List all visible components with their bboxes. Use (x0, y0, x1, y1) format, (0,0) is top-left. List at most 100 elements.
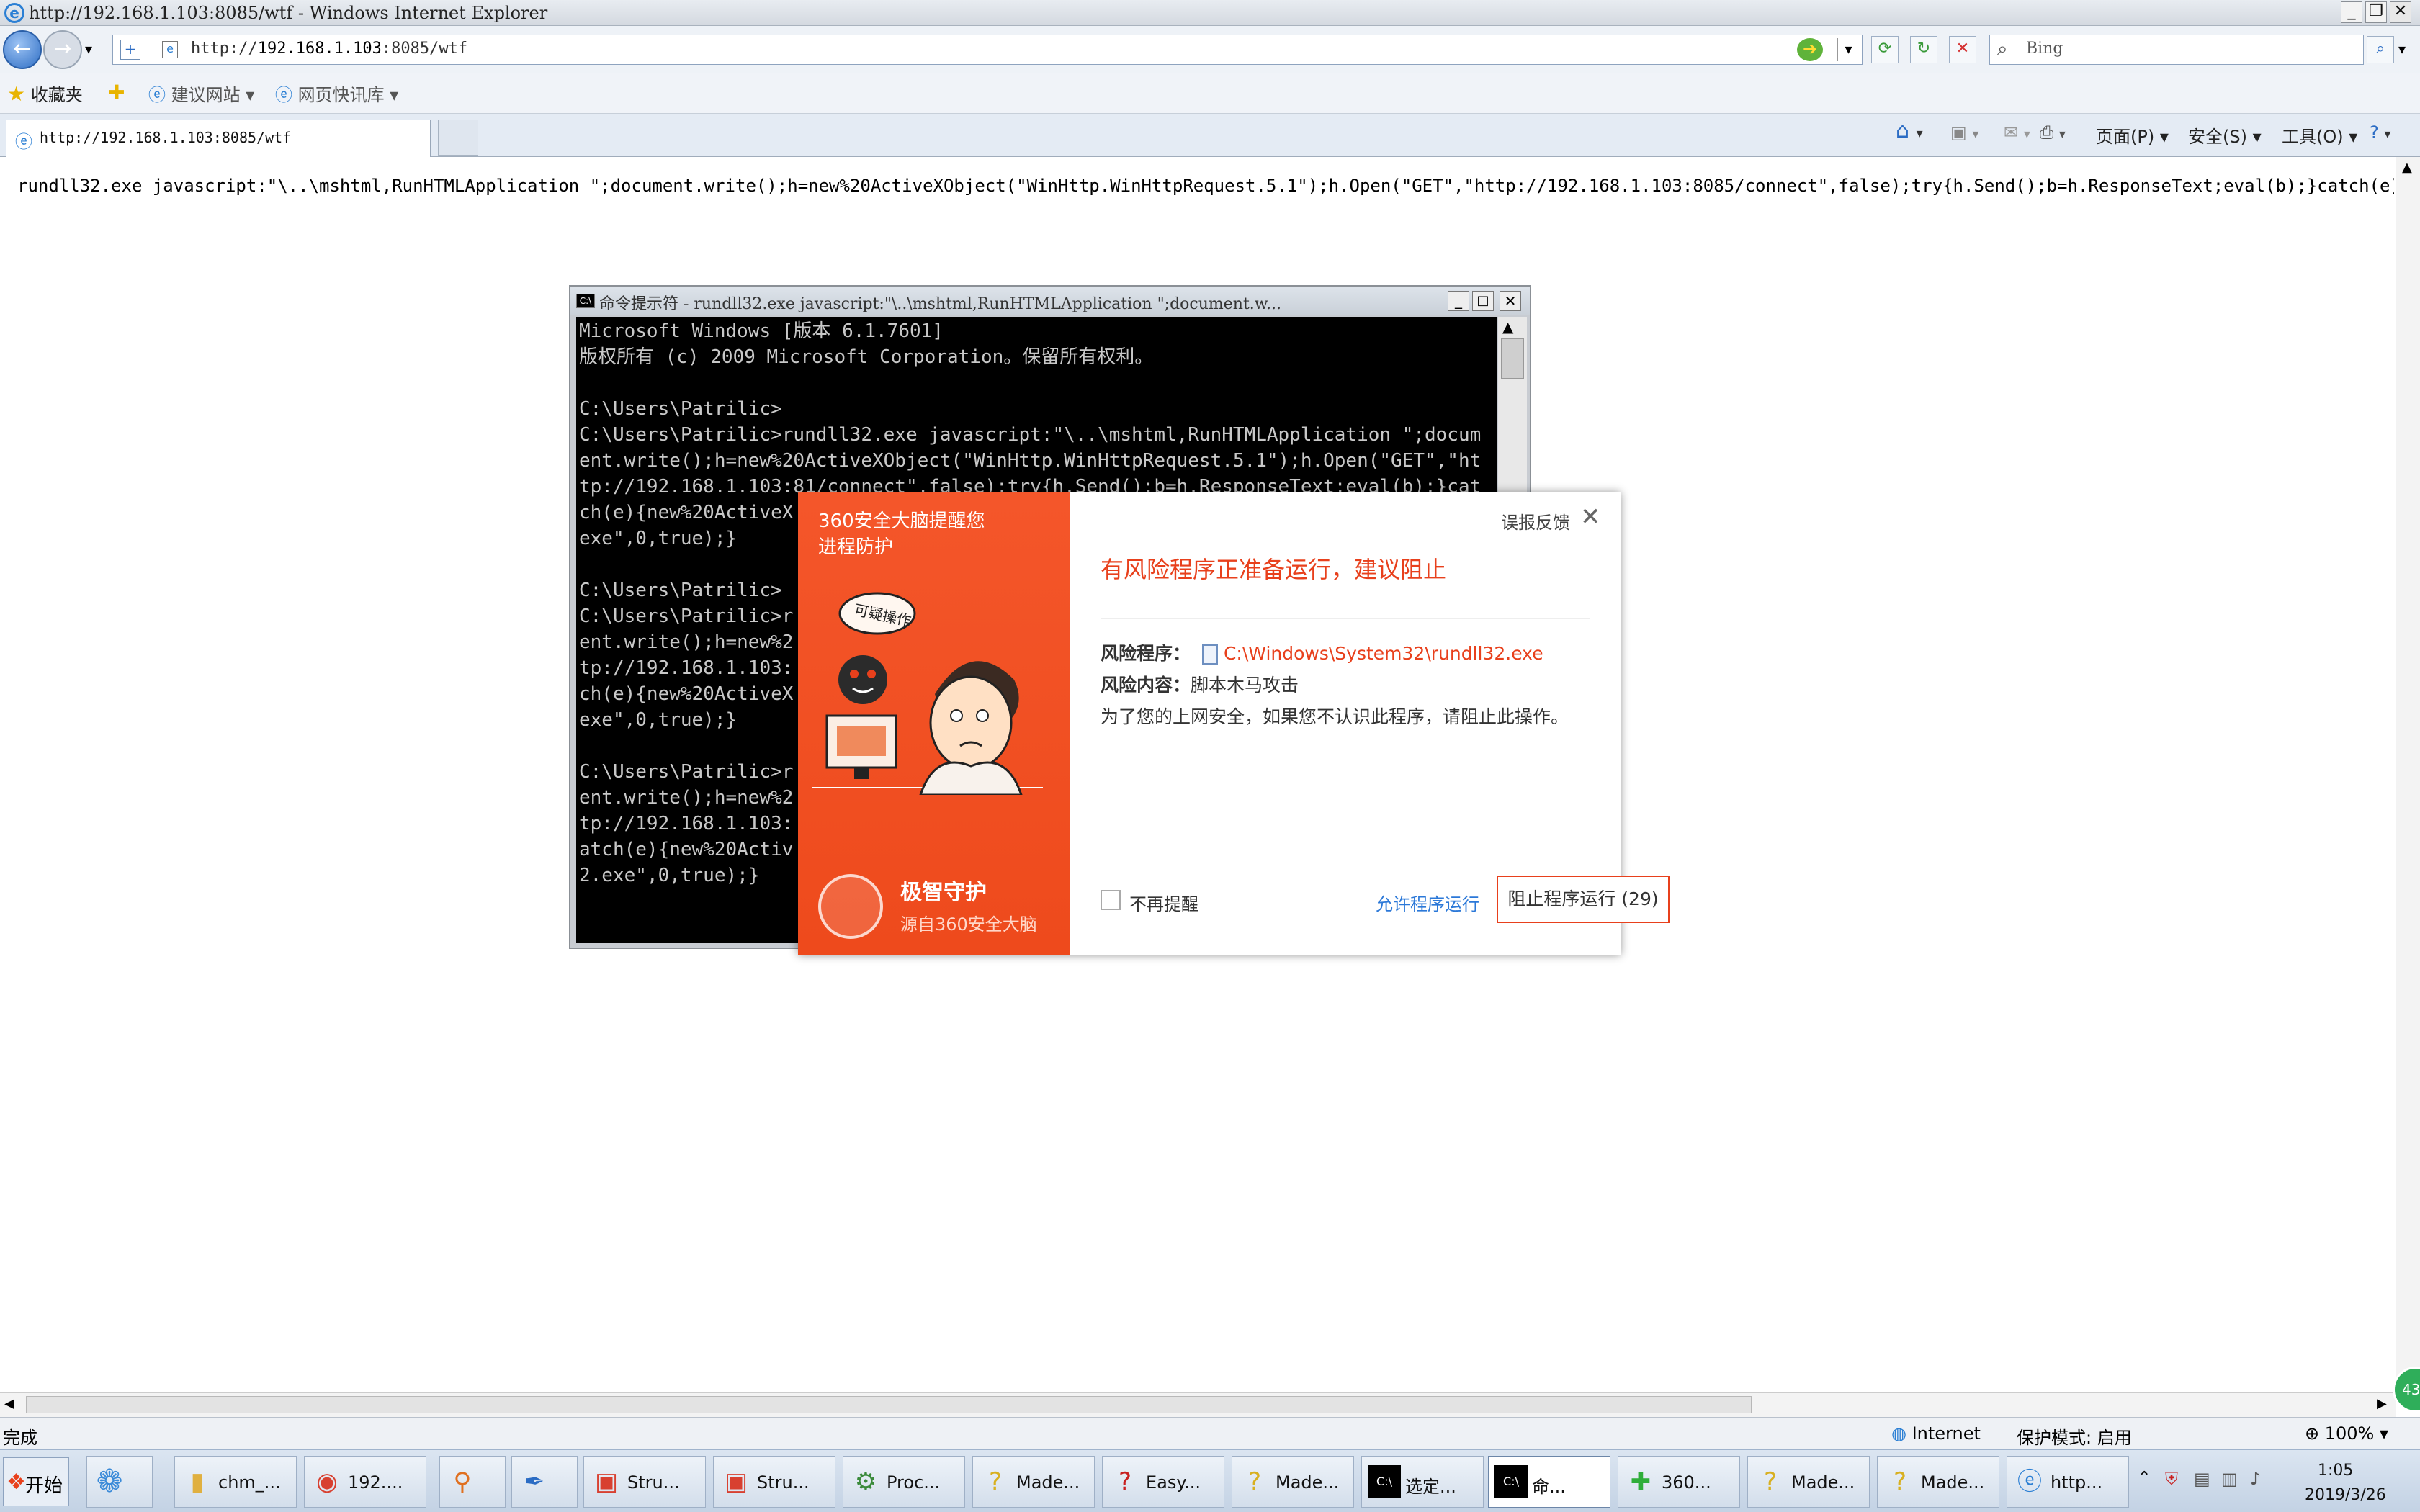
quicklaunch-feather-icon[interactable]: ✒ (511, 1456, 578, 1508)
cmd-scroll-up-icon[interactable]: ▲ (1502, 318, 1513, 336)
favorites-bar: ★ 收藏夹 ✚ ⓔ 建议网站 ▾ ⓔ 网页快讯库 ▾ (0, 73, 2420, 114)
tab-title: http://192.168.1.103:8085/wtf (40, 129, 292, 146)
windows-logo-icon: ❖ (6, 1470, 26, 1495)
advice-text: 为了您的上网安全，如果您不认识此程序，请阻止此操作。 (1101, 706, 1569, 727)
mail-button[interactable]: ✉ ▾ (2004, 122, 2030, 143)
taskbar-item-cmd-active[interactable]: C:\ 命... (1488, 1456, 1610, 1508)
address-bar[interactable]: + e http://192.168.1.103:8085/wtf ➔ ▾ (112, 35, 1863, 65)
risk-program-path[interactable]: C:\Windows\System32\rundll32.exe (1224, 643, 1543, 664)
file-icon (1201, 644, 1218, 665)
shield-icon (818, 874, 883, 939)
quicklaunch-search-icon[interactable]: ⚲ (439, 1456, 506, 1508)
search-box[interactable]: ⌕ Bing (1989, 35, 2364, 65)
search-placeholder: Bing (2026, 40, 2063, 58)
refresh-icon[interactable]: ↻ (1910, 36, 1937, 63)
page-vertical-scrollbar[interactable]: ▲ (2396, 157, 2420, 1397)
close-window-button[interactable]: ✕ (2390, 1, 2411, 23)
cmd-line: ent.write();h=new%20ActiveXObject("WinHt… (579, 450, 1482, 472)
taskbar-item-made-4[interactable]: ? Made... (1877, 1456, 1999, 1508)
back-button[interactable]: ← (3, 30, 42, 69)
favorite-web-slice-gallery[interactable]: ⓔ 网页快讯库 ▾ (275, 81, 398, 106)
forward-button[interactable]: → (43, 30, 82, 69)
tools-menu[interactable]: 工具(O) ▾ (2282, 122, 2357, 148)
protected-mode-indicator[interactable]: 保护模式: 启用 (2017, 1423, 2132, 1449)
block-program-button[interactable]: 阻止程序运行 (29) (1497, 876, 1670, 923)
scroll-up-icon[interactable]: ▲ (2402, 160, 2412, 175)
taskbar-item-360[interactable]: ✚ 360... (1618, 1456, 1740, 1508)
maximize-button[interactable]: ❐ (2365, 1, 2387, 23)
print-button[interactable]: ⎙ ▾ (2040, 122, 2066, 143)
cmd-line: C:\Users\Patrilic> (579, 398, 782, 420)
taskbar-item-ie[interactable]: ⓔ http... (2007, 1456, 2129, 1508)
taskbar-item-made-3[interactable]: ? Made... (1747, 1456, 1870, 1508)
quicklaunch-app-icon[interactable]: ❁ (86, 1456, 153, 1508)
favorite-suggested-sites[interactable]: ⓔ 建议网站 ▾ (148, 81, 254, 106)
favorites-button[interactable]: ★ 收藏夹 (7, 81, 83, 106)
help-icon[interactable]: ? ▾ (2370, 122, 2390, 143)
cmd-line: C:\Users\Patrilic>rundll32.exe javascrip… (579, 424, 1482, 446)
new-tab-button[interactable] (438, 120, 478, 156)
history-dropdown-icon[interactable]: ▾ (85, 40, 92, 58)
tray-device-icon[interactable]: ▤ (2194, 1469, 2210, 1489)
address-text[interactable]: http://192.168.1.103:8085/wtf (191, 40, 467, 58)
taskbar-item-chrome[interactable]: ◉ 192.... (304, 1456, 426, 1508)
dont-remind-label[interactable]: 不再提醒 (1129, 890, 1198, 915)
tab-current[interactable]: ⓔ http://192.168.1.103:8085/wtf (6, 120, 431, 157)
taskbar-item-proc[interactable]: ⚙ Proc... (843, 1456, 965, 1508)
cmd-minimize-button[interactable]: _ (1448, 291, 1469, 311)
taskbar-item-stru-2[interactable]: ▣ Stru... (713, 1456, 835, 1508)
page-body-text: rundll32.exe javascript:"\..\mshtml,RunH… (17, 176, 2394, 196)
brand-footer-subtitle: 源自360安全大脑 (900, 914, 1037, 935)
compat-view-icon[interactable]: ⟳ (1871, 36, 1899, 63)
taskbar-item-stru-1[interactable]: ▣ Stru... (583, 1456, 706, 1508)
dont-remind-checkbox[interactable] (1101, 890, 1121, 910)
home-button[interactable]: ⌂ ▾ (1896, 118, 1923, 143)
page-horizontal-scrollbar[interactable]: ◀ ▶ (0, 1392, 2396, 1417)
scroll-left-icon[interactable]: ◀ (4, 1396, 14, 1411)
start-button[interactable]: ❖ 开始 (3, 1457, 69, 1506)
go-icon[interactable]: ➔ (1797, 38, 1823, 61)
window-title: http://192.168.1.103:8085/wtf - Windows … (29, 3, 548, 23)
cmd-line (579, 370, 1481, 396)
cmd-scroll-thumb[interactable] (1501, 338, 1524, 379)
brand-header: 360安全大脑提醒您 进程防护 (818, 508, 985, 560)
tray-volume-icon[interactable]: ♪ (2250, 1469, 2261, 1489)
safety-menu[interactable]: 安全(S) ▾ (2188, 122, 2262, 148)
tray-expand-icon[interactable]: ⌃ (2138, 1469, 2151, 1487)
taskbar-item-made-2[interactable]: ? Made... (1232, 1456, 1354, 1508)
risk-content-row: 风险内容：脚本木马攻击 (1101, 671, 1299, 697)
taskbar-item-folder[interactable]: ▮ chm_... (174, 1456, 297, 1508)
scroll-right-icon[interactable]: ▶ (2377, 1396, 2387, 1411)
add-favorite-icon[interactable]: ✚ (108, 81, 125, 104)
horizontal-scroll-thumb[interactable] (26, 1396, 1752, 1413)
risk-program-row: 风险程序： C:\Windows\System32\rundll32.exe (1101, 639, 1543, 665)
taskbar-item-easy[interactable]: ? Easy... (1102, 1456, 1224, 1508)
star-icon: ★ (7, 82, 26, 106)
stop-icon[interactable]: ✕ (1949, 36, 1976, 63)
close-icon[interactable]: ✕ (1580, 503, 1601, 531)
search-provider-icon: ⌕ (1997, 38, 2008, 60)
minimize-button[interactable]: _ (2341, 1, 2362, 23)
compat-icon[interactable]: + (120, 40, 140, 60)
zoom-indicator[interactable]: ⊕ 100% ▾ (2305, 1423, 2388, 1444)
allow-program-link[interactable]: 允许程序运行 (1376, 890, 1479, 915)
taskbar-item-made-1[interactable]: ? Made... (972, 1456, 1095, 1508)
cmd-titlebar[interactable]: C:\ 命令提示符 - rundll32.exe javascript:"\..… (570, 287, 1530, 315)
tray-security-icon[interactable]: ⛨ (2165, 1469, 2178, 1489)
feeds-button[interactable]: ▣ ▾ (1950, 122, 1978, 143)
cmd-maximize-button[interactable]: □ (1472, 291, 1494, 311)
taskbar-item-cmd-select[interactable]: C:\ 选定... (1361, 1456, 1484, 1508)
search-button[interactable]: ⌕ (2367, 36, 2394, 63)
zone-indicator[interactable]: ◍ Internet (1891, 1423, 1981, 1444)
cmd-close-button[interactable]: ✕ (1500, 291, 1521, 311)
report-false-positive-link[interactable]: 误报反馈 (1501, 508, 1570, 534)
tray-network-icon[interactable]: ▥ (2221, 1469, 2238, 1489)
clock-time[interactable]: 1:05 (2318, 1462, 2353, 1480)
brand-line1: 360安全大脑提醒您 (818, 510, 985, 532)
cmd-line: Microsoft Windows [版本 6.1.7601] (579, 320, 944, 342)
search-dropdown-icon[interactable]: ▾ (2398, 40, 2406, 58)
page-menu[interactable]: 页面(P) ▾ (2096, 122, 2169, 148)
clock-date[interactable]: 2019/3/26 (2305, 1486, 2386, 1504)
address-dropdown-icon[interactable]: ▾ (1837, 38, 1859, 61)
brand-line2: 进程防护 (818, 536, 894, 558)
